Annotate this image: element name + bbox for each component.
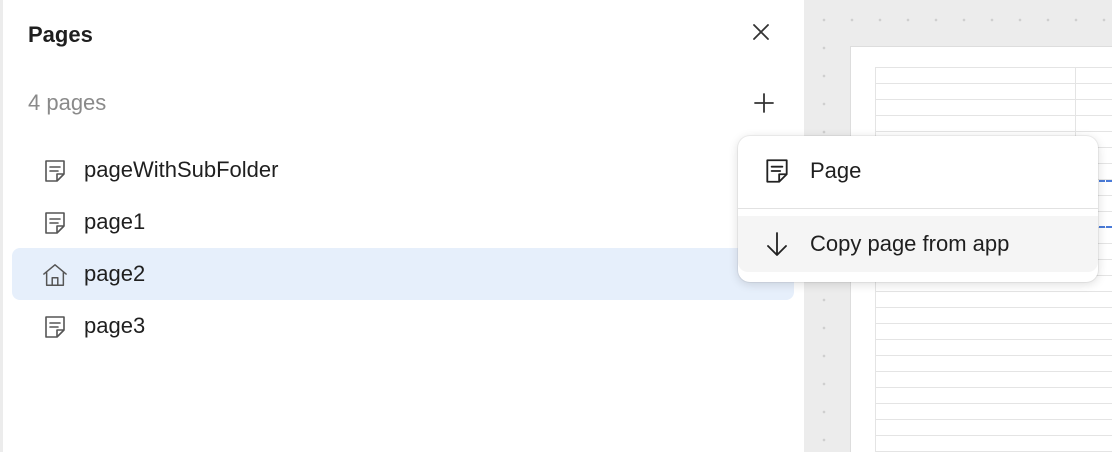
panel-title: Pages: [28, 22, 93, 47]
close-icon: [753, 24, 769, 40]
page-item-pagewithsubfolder[interactable]: pageWithSubFolder: [12, 144, 794, 196]
menu-item-label: Page: [810, 158, 862, 183]
page-item-page3[interactable]: page3: [12, 300, 794, 352]
menu-divider: [738, 208, 1098, 209]
guide-line: [1099, 180, 1112, 182]
guide-line: [1099, 226, 1112, 228]
page-icon: [42, 314, 68, 340]
page-list: pageWithSubFolder page1 page2 page3: [12, 144, 794, 352]
menu-item-page[interactable]: Page: [738, 142, 1098, 200]
menu-item-label: Copy page from app: [810, 231, 1010, 256]
page-item-label: page2: [84, 261, 146, 286]
page-item-page1[interactable]: page1: [12, 196, 794, 248]
page-icon: [42, 158, 68, 184]
menu-item-copy-page-from-app[interactable]: Copy page from app: [738, 216, 1098, 272]
pages-panel: Pages 4 pages pageWithSubFolder page1 pa…: [0, 0, 804, 452]
page-icon: [42, 210, 68, 236]
page-count: 4 pages: [28, 90, 107, 115]
page-icon: [762, 156, 792, 186]
plus-icon: [754, 93, 774, 113]
page-item-page2[interactable]: page2: [12, 248, 794, 300]
page-item-label: page3: [84, 313, 146, 338]
home-icon: [42, 262, 68, 288]
page-item-label: page1: [84, 209, 146, 234]
add-page-button[interactable]: [749, 88, 779, 118]
close-button[interactable]: [747, 18, 775, 46]
arrow-down-icon: [762, 229, 792, 259]
page-item-label: pageWithSubFolder: [84, 157, 279, 182]
add-page-menu: Page Copy page from app: [738, 136, 1098, 282]
app-root: Pages 4 pages pageWithSubFolder page1 pa…: [0, 0, 1112, 452]
